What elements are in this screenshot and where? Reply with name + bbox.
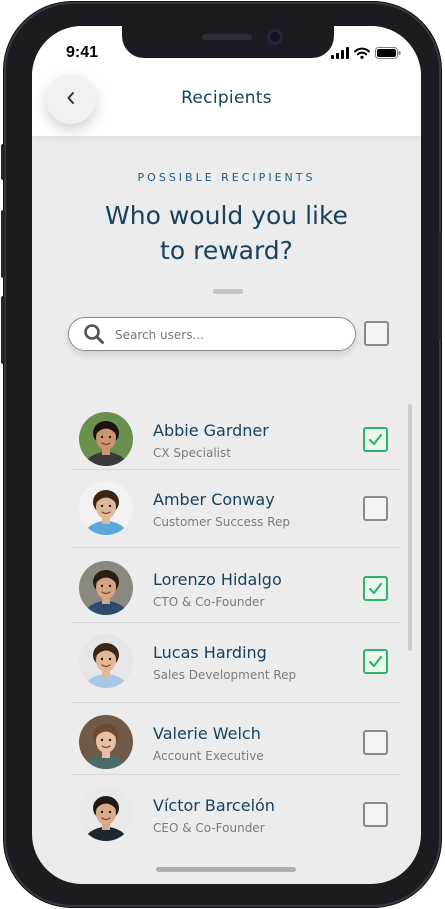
app-screen: Recipients 9:41 POSSIBLE RECIPIENTS Who … <box>32 26 421 884</box>
section-divider <box>213 289 243 294</box>
volume-up-button <box>1 210 5 278</box>
recipient-name: Valerie Welch <box>153 724 261 743</box>
search-box[interactable] <box>68 317 356 351</box>
battery-icon <box>375 44 401 63</box>
status-time: 9:41 <box>66 44 99 61</box>
recipient-name: Abbie Gardner <box>153 421 269 440</box>
avatar <box>79 634 133 688</box>
recipient-row[interactable]: Lucas Harding Sales Development Rep <box>76 629 402 689</box>
search-icon <box>83 323 105 349</box>
notch <box>122 26 334 58</box>
checkmark-icon <box>367 580 384 601</box>
headline-line-1: Who would you like <box>105 201 348 230</box>
volume-down-button <box>1 296 5 364</box>
row-divider <box>72 702 400 703</box>
row-divider <box>72 774 400 775</box>
avatar <box>79 481 133 535</box>
row-divider <box>72 622 400 623</box>
status-icons <box>331 44 401 63</box>
recipient-role: Account Executive <box>153 749 264 763</box>
recipient-row[interactable]: Valerie Welch Account Executive <box>76 710 402 770</box>
headline-line-2: to reward? <box>160 236 293 265</box>
avatar <box>79 561 133 615</box>
list-scrollbar[interactable] <box>408 404 412 651</box>
recipient-row[interactable]: Abbie Gardner CX Specialist <box>76 407 402 467</box>
recipient-row[interactable]: Amber Conway Customer Success Rep <box>76 476 402 536</box>
recipient-checkbox[interactable] <box>363 576 388 601</box>
recipient-checkbox[interactable] <box>363 649 388 674</box>
phone-frame: Recipients 9:41 POSSIBLE RECIPIENTS Who … <box>1 2 442 907</box>
recipient-role: Sales Development Rep <box>153 668 297 682</box>
search-input[interactable] <box>115 326 340 344</box>
power-button <box>438 232 442 340</box>
signal-icon <box>331 44 349 63</box>
wifi-icon <box>354 44 370 63</box>
checkmark-icon <box>367 431 384 452</box>
avatar <box>79 412 133 466</box>
home-indicator[interactable] <box>156 867 296 872</box>
recipient-role: CX Specialist <box>153 446 231 460</box>
recipient-name: Lorenzo Hidalgo <box>153 570 282 589</box>
speaker-grille <box>202 34 252 40</box>
silent-switch <box>1 144 5 180</box>
recipient-name: Víctor Barcelón <box>153 796 275 815</box>
recipient-name: Lucas Harding <box>153 643 267 662</box>
row-divider <box>72 469 400 470</box>
recipient-row[interactable]: Lorenzo Hidalgo CTO & Co-Founder <box>76 556 402 616</box>
avatar <box>79 787 133 841</box>
select-all-checkbox[interactable] <box>364 321 389 346</box>
recipient-role: CEO & Co-Founder <box>153 821 265 835</box>
page-title: Recipients <box>181 88 272 108</box>
recipient-role: Customer Success Rep <box>153 515 291 529</box>
recipient-checkbox[interactable] <box>363 496 388 521</box>
recipient-row[interactable]: Víctor Barcelón CEO & Co-Founder <box>76 782 402 842</box>
section-overline: POSSIBLE RECIPIENTS <box>137 171 316 184</box>
recipient-checkbox[interactable] <box>363 427 388 452</box>
recipient-role: CTO & Co-Founder <box>153 595 265 609</box>
row-divider <box>72 547 400 548</box>
recipient-checkbox[interactable] <box>363 802 388 827</box>
recipient-name: Amber Conway <box>153 490 275 509</box>
checkmark-icon <box>367 653 384 674</box>
recipient-checkbox[interactable] <box>363 730 388 755</box>
avatar <box>79 715 133 769</box>
page-headline: Who would you like to reward? <box>32 198 421 268</box>
front-camera <box>267 29 283 45</box>
